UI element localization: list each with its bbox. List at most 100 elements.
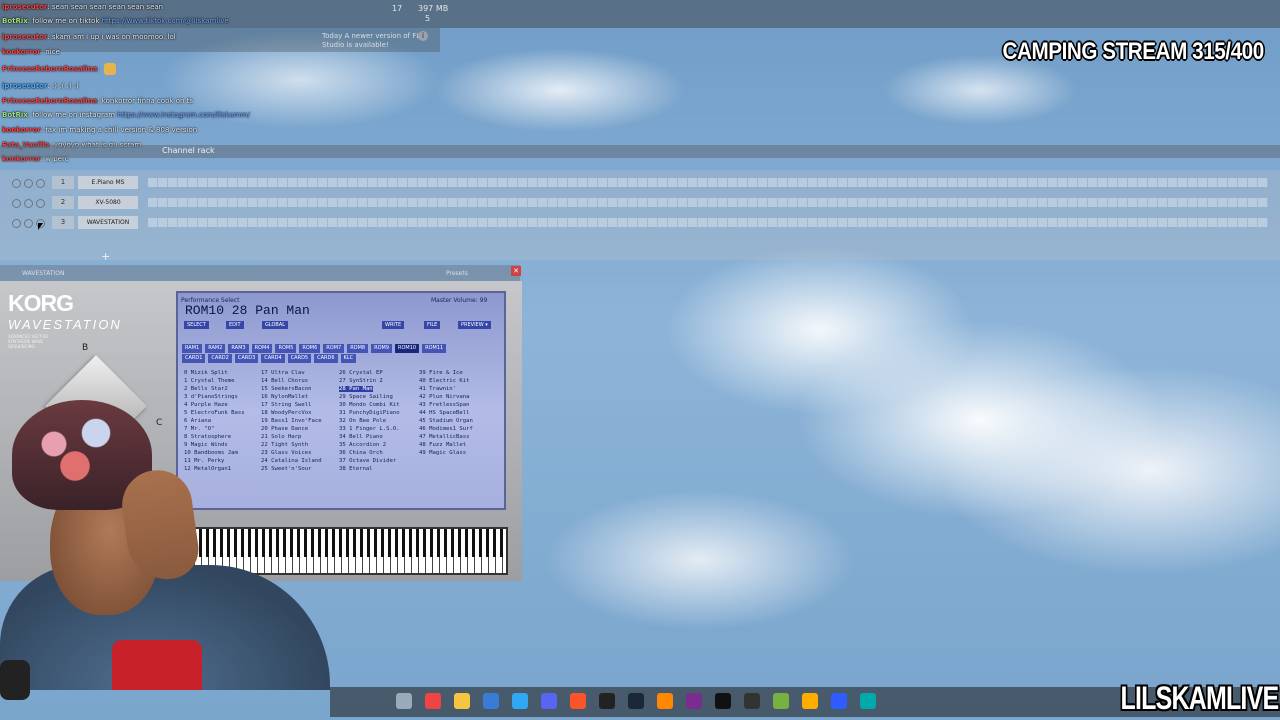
channel-number[interactable]: 2 — [52, 196, 74, 209]
discord-icon[interactable] — [541, 693, 557, 709]
program-item[interactable]: 41 Trawnin' — [419, 386, 456, 392]
mouse-cursor-icon — [38, 223, 43, 230]
program-item[interactable]: 33 1 Finger L.S.O. — [339, 426, 400, 432]
chat-message: iprosecutor: skam am i up i was on moomo… — [2, 33, 176, 41]
capcut-icon[interactable] — [715, 693, 731, 709]
write-button[interactable]: WRITE — [382, 321, 405, 329]
mute-led-icon[interactable] — [12, 199, 21, 208]
utorrent-icon[interactable] — [773, 693, 789, 709]
memory-counter: 397 MB — [418, 4, 449, 13]
program-item[interactable]: 40 Electric Kit — [419, 378, 470, 384]
program-item[interactable]: 42 Plun Nirvana — [419, 394, 470, 400]
bank-button[interactable]: ROM8 — [347, 344, 369, 353]
steam-icon[interactable] — [628, 693, 644, 709]
korg-logo: KORG — [8, 290, 74, 316]
joystick-label-b: B — [82, 343, 89, 353]
volume-knob-icon[interactable] — [36, 199, 45, 208]
plugin-titlebar[interactable] — [0, 265, 520, 281]
master-volume[interactable]: Master Volume: 99 — [431, 297, 487, 304]
step-sequencer[interactable] — [148, 178, 1268, 187]
bank-button-selected[interactable]: ROM10 — [395, 344, 420, 353]
program-item[interactable]: 49 Magic Glass — [419, 450, 466, 456]
chat-message: konkorror: nice — [2, 48, 60, 56]
program-item[interactable]: 43 FretlessSpan — [419, 402, 470, 408]
fl-active-icon[interactable] — [802, 693, 818, 709]
wavestation-logo: WAVESTATION — [8, 317, 122, 332]
file-button[interactable]: FILE — [424, 321, 441, 329]
photoshop-icon[interactable] — [512, 693, 528, 709]
bank-button[interactable]: ROM6 — [299, 344, 321, 353]
program-item[interactable]: 29 Space Sailing — [339, 394, 393, 400]
cpu-counter: 17 — [392, 4, 403, 13]
volume-knob-icon[interactable] — [36, 179, 45, 188]
channel-row[interactable]: 2 XV-5080 — [10, 196, 1270, 210]
pan-knob-icon[interactable] — [24, 179, 33, 188]
winrar-icon[interactable] — [686, 693, 702, 709]
folder-icon[interactable] — [454, 693, 470, 709]
chrome-icon[interactable] — [425, 693, 441, 709]
widgets-icon[interactable] — [396, 693, 412, 709]
program-item[interactable]: 34 Bell Piano — [339, 434, 383, 440]
mute-led-icon[interactable] — [12, 179, 21, 188]
fl-studio-icon[interactable] — [657, 693, 673, 709]
program-item[interactable]: 47 MetallicBass — [419, 434, 470, 440]
channel-number[interactable]: 3 — [52, 216, 74, 229]
channel-name-button[interactable]: XV-5080 — [78, 196, 138, 209]
program-item[interactable]: 46 Modimes1 Surf — [419, 426, 473, 432]
program-item[interactable]: 32 On Bee Pole — [339, 418, 386, 424]
pan-knob-icon[interactable] — [24, 219, 33, 228]
program-item[interactable]: 35 Accordion 2 — [339, 442, 386, 448]
mute-led-icon[interactable] — [12, 219, 21, 228]
app-icon[interactable] — [831, 693, 847, 709]
channel-row[interactable]: 1 E.Piano MS — [10, 176, 1270, 190]
program-item[interactable]: 27 SynStrin 2 — [339, 378, 383, 384]
bank-button[interactable]: ROM7 — [323, 344, 345, 353]
program-item[interactable]: 38 Eternal — [339, 466, 373, 472]
channel-name-button[interactable]: E.Piano MS — [78, 176, 138, 189]
bank-button[interactable]: KLC — [340, 354, 357, 363]
microphone-icon — [0, 660, 30, 700]
channel-name-button[interactable]: WAVESTATION — [78, 216, 138, 229]
step-sequencer[interactable] — [148, 218, 1268, 227]
program-item[interactable]: 37 Octave Divider — [339, 458, 396, 464]
program-item[interactable]: 31 PunchyDigiPiano — [339, 410, 400, 416]
webcam-person-shirt — [112, 640, 202, 690]
bank-button[interactable]: ROM4 — [251, 344, 273, 353]
chat-message: PrincessRebornRosalina: — [2, 63, 116, 75]
bank-button[interactable]: RAM3 — [228, 344, 249, 353]
step-sequencer[interactable] — [148, 198, 1268, 207]
chat-message: BotRix: follow me on tiktok https://www.… — [2, 17, 229, 25]
program-item[interactable]: 26 Crystal EP — [339, 370, 383, 376]
program-item[interactable]: 36 China Orch — [339, 450, 383, 456]
global-tab[interactable]: GLOBAL — [262, 321, 289, 329]
chat-message: BotRix: follow me on instagram https://w… — [2, 111, 250, 119]
pan-knob-icon[interactable] — [24, 199, 33, 208]
bank-button[interactable]: RAM2 — [205, 344, 226, 353]
bank-button[interactable]: ROM11 — [422, 344, 447, 353]
bank-button[interactable]: ROM9 — [371, 344, 392, 353]
select-tab[interactable]: SELECT — [184, 321, 209, 329]
edit-tab[interactable]: EDIT — [226, 321, 244, 329]
program-item-selected[interactable]: 28 Pan Man — [339, 386, 373, 392]
program-item[interactable]: 39 Fire & Ice — [419, 370, 463, 376]
epic-icon[interactable] — [744, 693, 760, 709]
chat-message: PrincessRebornRosalina: konkorror finna … — [2, 97, 194, 105]
terminal-icon[interactable] — [860, 693, 876, 709]
store-icon[interactable] — [483, 693, 499, 709]
brave-icon[interactable] — [570, 693, 586, 709]
program-item[interactable]: 45 Stadium Organ — [419, 418, 473, 424]
presets-label[interactable]: Presets — [446, 270, 468, 277]
obs-icon[interactable] — [599, 693, 615, 709]
add-channel-button[interactable]: + — [101, 250, 110, 263]
bank-button[interactable]: ROM5 — [275, 344, 297, 353]
close-icon[interactable]: ✕ — [511, 266, 521, 276]
channel-row[interactable]: 3 WAVESTATION — [10, 216, 1270, 230]
bank-row-1: RAM1 RAM2 RAM3 ROM4 ROM5 ROM6 ROM7 ROM8 … — [182, 344, 447, 353]
channel-number[interactable]: 1 — [52, 176, 74, 189]
program-item[interactable]: 30 Mondo Combi Kit — [339, 402, 400, 408]
program-item[interactable]: 44 HS SpaceBell — [419, 410, 470, 416]
program-item[interactable]: 48 Fuzz Mallet — [419, 442, 466, 448]
bank-button[interactable]: RAM1 — [182, 344, 203, 353]
info-icon[interactable]: i — [418, 31, 428, 41]
preview-button[interactable]: PREVIEW ▾ — [458, 321, 491, 329]
